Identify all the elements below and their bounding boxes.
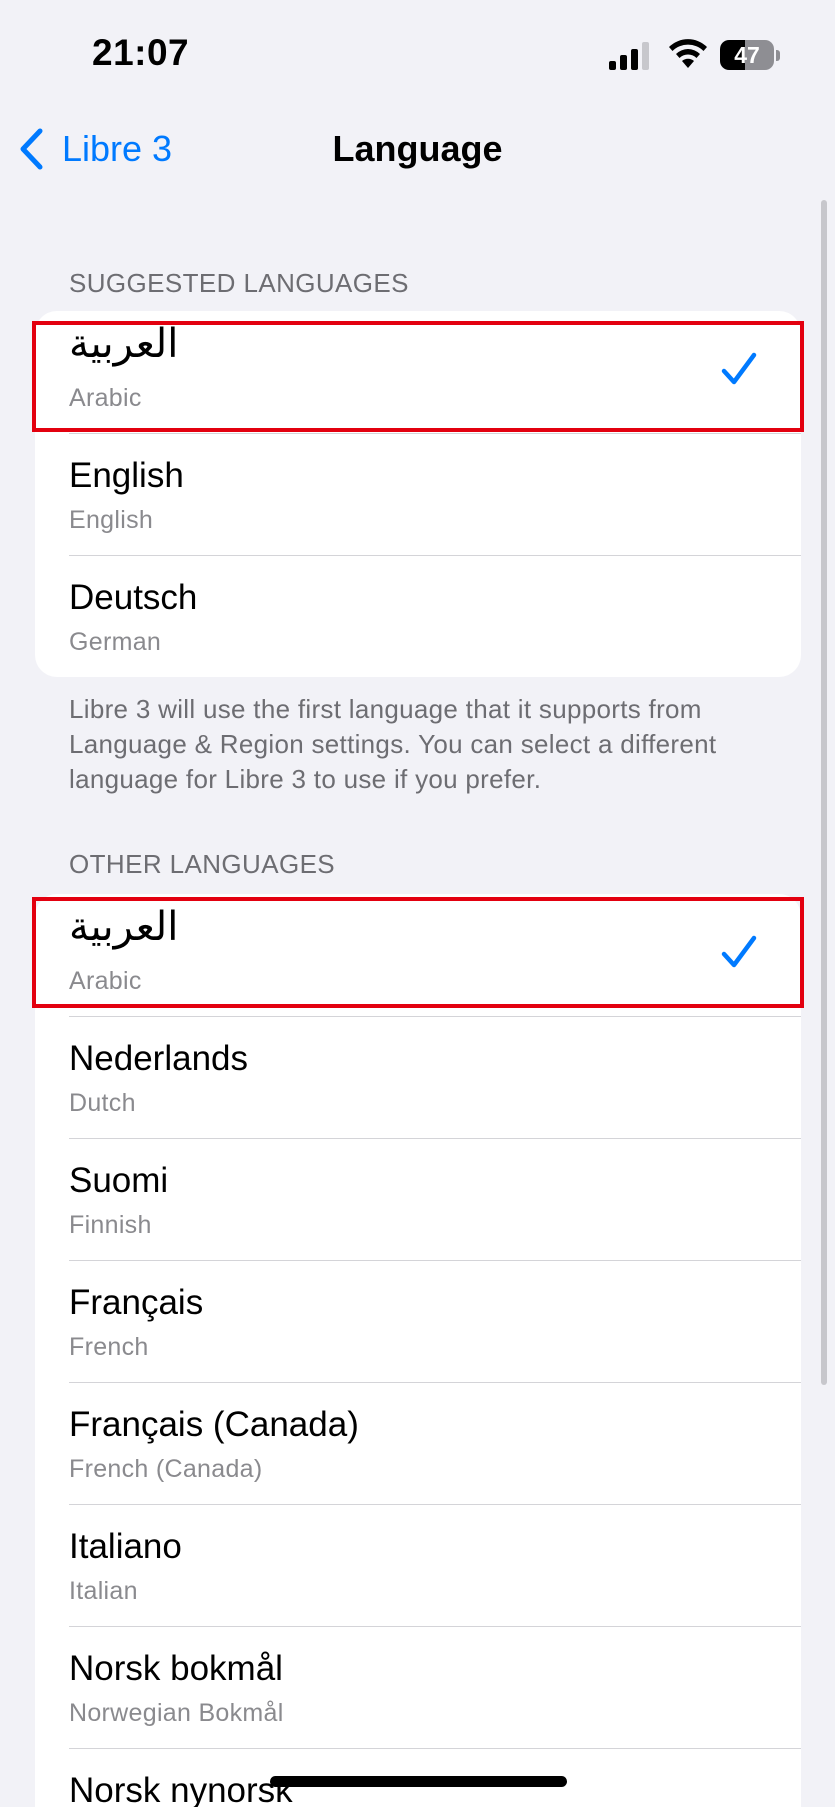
language-row[interactable]: Italiano Italian [35, 1504, 801, 1626]
language-english-name: Dutch [69, 1089, 136, 1117]
language-native-name: العربية [69, 321, 179, 367]
language-english-name: Finnish [69, 1211, 152, 1239]
language-row[interactable]: Français French [35, 1260, 801, 1382]
scroll-indicator[interactable] [821, 200, 827, 1385]
other-languages-list: العربية Arabic Nederlands Dutch Suomi Finnish… [35, 894, 801, 1807]
checkmark-icon [721, 935, 757, 968]
language-english-name: Italian [69, 1577, 138, 1605]
language-footer-note: Libre 3 will use the first language that… [69, 694, 717, 794]
language-native-name: Italiano [69, 1527, 182, 1566]
language-native-name: Français [69, 1283, 204, 1322]
language-row[interactable]: Nederlands Dutch [35, 1016, 801, 1138]
language-english-name: French (Canada) [69, 1455, 263, 1483]
status-time: 21:07 [92, 32, 190, 73]
language-row[interactable]: Deutsch German [35, 555, 801, 677]
language-row[interactable]: Norsk bokmål Norwegian Bokmål [35, 1626, 801, 1748]
wifi-icon [669, 39, 707, 68]
navigation-bar: Libre 3 Language [0, 110, 835, 190]
language-native-name: Nederlands [69, 1039, 248, 1078]
language-native-name: Suomi [69, 1161, 169, 1200]
battery-level: 47 [734, 42, 760, 68]
language-row[interactable]: Suomi Finnish [35, 1138, 801, 1260]
language-row[interactable]: العربية Arabic [35, 311, 801, 433]
language-native-name: Deutsch [69, 578, 198, 617]
language-row[interactable]: English English [35, 433, 801, 555]
language-english-name: French [69, 1333, 149, 1361]
status-bar: 21:07 47 [0, 0, 835, 110]
home-indicator[interactable] [270, 1776, 567, 1787]
language-row[interactable]: العربية Arabic [35, 894, 801, 1016]
language-row[interactable]: Français (Canada) French (Canada) [35, 1382, 801, 1504]
suggested-languages-list: العربية Arabic English English Deutsch German [35, 311, 801, 677]
language-english-name: Norwegian Bokmål [69, 1699, 284, 1727]
checkmark-icon [721, 352, 757, 385]
language-native-name: العربية [69, 904, 179, 950]
language-english-name: English [69, 506, 154, 534]
language-english-name: German [69, 628, 162, 656]
language-native-name: Norsk bokmål [69, 1649, 283, 1688]
battery-icon: 47 [720, 40, 780, 72]
language-native-name: Norsk nynorsk [69, 1771, 293, 1807]
suggested-languages-header: SUGGESTED LANGUAGES [69, 268, 409, 298]
other-languages-header: OTHER LANGUAGES [69, 849, 336, 879]
language-native-name: Français (Canada) [69, 1405, 359, 1444]
cellular-signal-icon [609, 42, 649, 70]
page-title: Language [332, 128, 503, 169]
language-native-name: English [69, 456, 184, 495]
language-english-name: Arabic [69, 967, 142, 995]
language-english-name: Arabic [69, 384, 142, 412]
